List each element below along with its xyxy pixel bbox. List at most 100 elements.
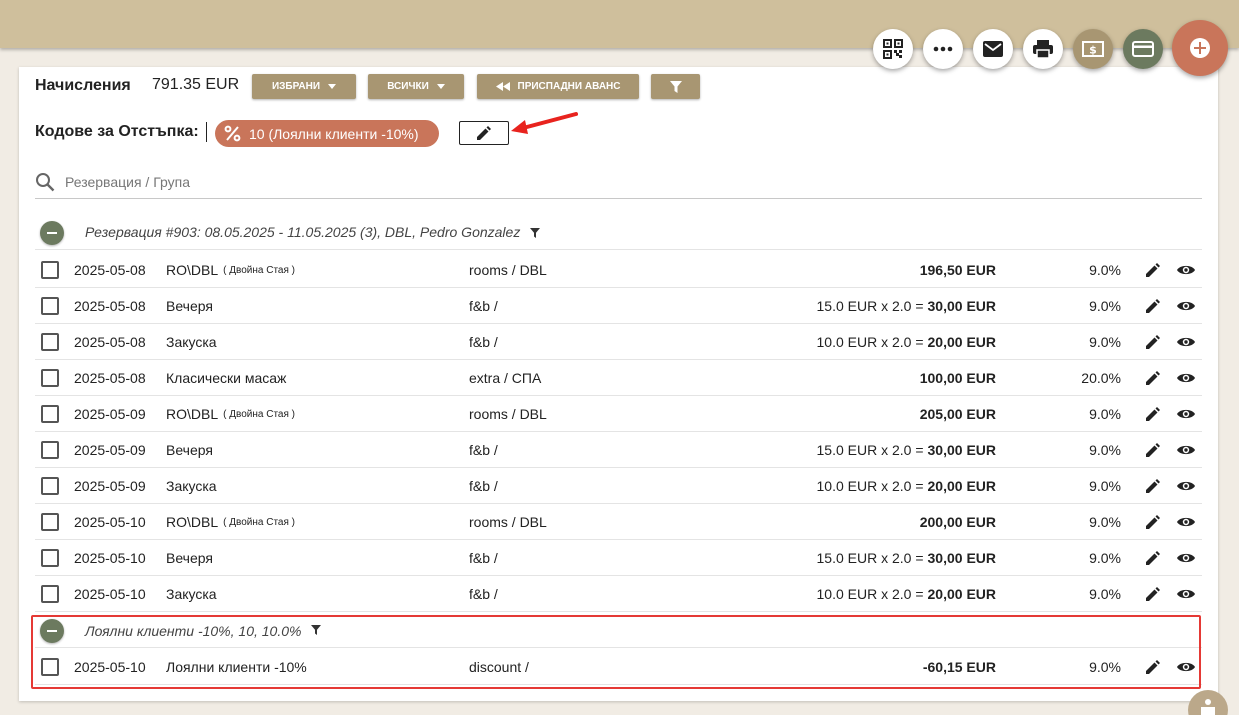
- qr-code-button[interactable]: [873, 29, 913, 69]
- view-row-button[interactable]: [1176, 360, 1196, 396]
- charge-description: Закуска: [166, 324, 217, 360]
- charge-category: f&b /: [469, 478, 498, 494]
- discount-chip[interactable]: 10 (Лоялни клиенти -10%): [215, 120, 439, 147]
- discount-group-header: Лоялни клиенти -10%, 10, 10.0%: [35, 613, 1202, 648]
- row-checkbox[interactable]: [41, 333, 59, 351]
- charge-vat: 9.0%: [1089, 298, 1121, 314]
- edit-row-button[interactable]: [1144, 576, 1162, 612]
- edit-row-button[interactable]: [1144, 288, 1162, 324]
- eye-icon: [1177, 661, 1195, 673]
- card-payment-button[interactable]: [1123, 29, 1163, 69]
- charge-vat: 9.0%: [1089, 478, 1121, 494]
- pencil-icon: [1146, 443, 1160, 457]
- pencil-icon: [1146, 587, 1160, 601]
- filter-button[interactable]: [651, 74, 700, 99]
- view-row-button[interactable]: [1176, 432, 1196, 468]
- row-checkbox[interactable]: [41, 405, 59, 423]
- row-checkbox[interactable]: [41, 369, 59, 387]
- eye-icon: [1177, 588, 1195, 600]
- plus-circle-icon: [1190, 38, 1210, 58]
- edit-row-button[interactable]: [1144, 360, 1162, 396]
- view-row-button[interactable]: [1176, 288, 1196, 324]
- row-checkbox[interactable]: [41, 261, 59, 279]
- view-row-button[interactable]: [1176, 324, 1196, 360]
- charge-total: 30,00 EUR: [927, 442, 996, 458]
- cash-payment-button[interactable]: $: [1073, 29, 1113, 69]
- charges-title: Начисления: [35, 77, 131, 94]
- collapse-group-button[interactable]: [40, 619, 64, 643]
- collapse-group-button[interactable]: [40, 221, 64, 245]
- eye-icon: [1177, 480, 1195, 492]
- charge-row: 2025-05-09 Вечеря f&b / 15.0 EUR x 2.0 = 30,…: [35, 432, 1202, 468]
- edit-row-button[interactable]: [1144, 649, 1162, 685]
- view-row-button[interactable]: [1176, 396, 1196, 432]
- row-checkbox[interactable]: [41, 297, 59, 315]
- charge-total: 30,00 EUR: [927, 550, 996, 566]
- row-checkbox[interactable]: [41, 477, 59, 495]
- pencil-icon: [1146, 479, 1160, 493]
- annotation-arrow: [511, 112, 578, 134]
- all-dropdown-button[interactable]: ВСИЧКИ: [368, 74, 464, 99]
- row-checkbox[interactable]: [41, 549, 59, 567]
- selected-dropdown-button[interactable]: ИЗБРАНИ: [252, 74, 356, 99]
- charge-row: 2025-05-08 Закуска f&b / 10.0 EUR x 2.0 = 20…: [35, 324, 1202, 360]
- charge-vat: 20.0%: [1081, 370, 1121, 386]
- charge-vat: 9.0%: [1089, 659, 1121, 675]
- more-button[interactable]: [923, 29, 963, 69]
- view-row-button[interactable]: [1176, 540, 1196, 576]
- charge-amount: 15.0 EUR x 2.0 = 30,00 EUR: [817, 288, 997, 324]
- discount-chip-label: 10 (Лоялни клиенти -10%): [249, 125, 419, 142]
- charge-vat: 9.0%: [1089, 262, 1121, 278]
- pencil-icon: [1146, 371, 1160, 385]
- print-button[interactable]: [1023, 29, 1063, 69]
- view-row-button[interactable]: [1176, 468, 1196, 504]
- edit-row-button[interactable]: [1144, 540, 1162, 576]
- deduct-advance-button[interactable]: ПРИСПАДНИ АВАНС: [477, 74, 639, 99]
- row-checkbox[interactable]: [41, 585, 59, 603]
- view-row-button[interactable]: [1176, 504, 1196, 540]
- charge-calc: 15.0 EUR x 2.0 =: [816, 298, 924, 314]
- edit-row-button[interactable]: [1144, 468, 1162, 504]
- all-dropdown-label: ВСИЧКИ: [387, 81, 429, 92]
- charge-row: 2025-05-10 RO\DBL ( Двойна Стая ) rooms / D…: [35, 504, 1202, 540]
- charge-total: 196,50 EUR: [919, 262, 996, 278]
- discount-codes-label: Кодове за Отстъпка:: [35, 123, 199, 140]
- edit-row-button[interactable]: [1144, 396, 1162, 432]
- view-row-button[interactable]: [1176, 576, 1196, 612]
- edit-discount-button[interactable]: [459, 121, 509, 145]
- charge-row: 2025-05-08 RO\DBL ( Двойна Стая ) rooms / D…: [35, 252, 1202, 288]
- charge-item: RO\DBL: [166, 514, 219, 530]
- svg-text:$: $: [1089, 44, 1097, 57]
- row-checkbox[interactable]: [41, 513, 59, 531]
- charge-date: 2025-05-10: [74, 514, 146, 530]
- charge-description: Закуска: [166, 576, 217, 612]
- charge-item: Закуска: [166, 586, 217, 602]
- edit-row-button[interactable]: [1144, 252, 1162, 288]
- search-input[interactable]: [65, 173, 665, 190]
- charge-calc: 15.0 EUR x 2.0 =: [816, 442, 924, 458]
- charge-category: f&b /: [469, 442, 498, 458]
- add-charge-button[interactable]: [1172, 20, 1228, 76]
- email-button[interactable]: [973, 29, 1013, 69]
- edit-row-button[interactable]: [1144, 324, 1162, 360]
- charge-total: 20,00 EUR: [927, 478, 996, 494]
- cash-icon: $: [1082, 41, 1104, 57]
- group-filter-icon[interactable]: [530, 228, 540, 238]
- percent-icon: [224, 125, 241, 142]
- view-row-button[interactable]: [1176, 649, 1196, 685]
- view-row-button[interactable]: [1176, 252, 1196, 288]
- discount-charges-list: 2025-05-10 Лоялни клиенти -10% discount / -…: [35, 649, 1202, 685]
- deduct-advance-label: ПРИСПАДНИ АВАНС: [517, 81, 621, 92]
- eye-icon: [1177, 408, 1195, 420]
- edit-row-button[interactable]: [1144, 504, 1162, 540]
- charge-vat: 9.0%: [1089, 586, 1121, 602]
- group-filter-icon[interactable]: [311, 625, 321, 635]
- caret-down-icon: [436, 84, 445, 89]
- row-checkbox[interactable]: [41, 658, 59, 676]
- row-checkbox[interactable]: [41, 441, 59, 459]
- charge-item: Закуска: [166, 334, 217, 350]
- charge-category: rooms / DBL: [469, 406, 547, 422]
- charge-description: Класически масаж: [166, 360, 286, 396]
- charge-amount: 196,50 EUR: [916, 252, 996, 288]
- edit-row-button[interactable]: [1144, 432, 1162, 468]
